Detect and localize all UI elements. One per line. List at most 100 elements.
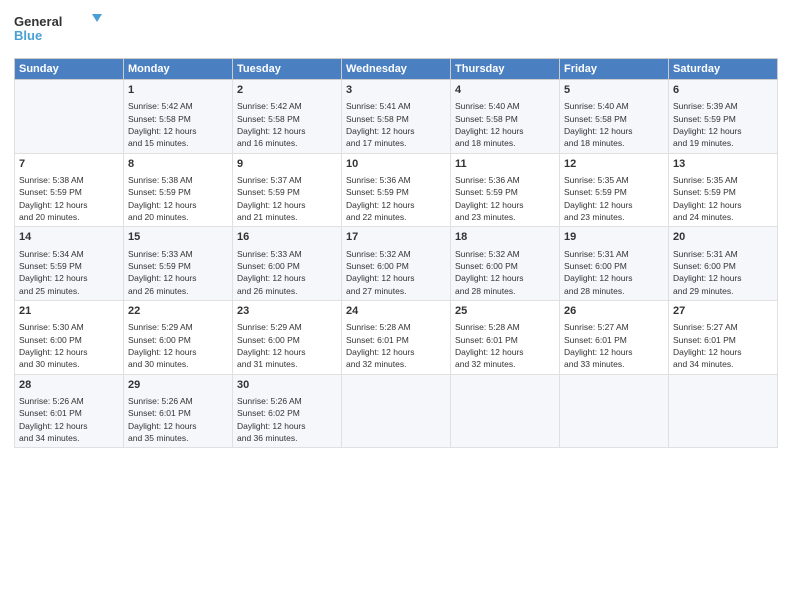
day-info: Sunrise: 5:32 AM Sunset: 6:00 PM Dayligh… bbox=[455, 248, 555, 297]
svg-text:General: General bbox=[14, 14, 62, 29]
day-cell: 18 Sunrise: 5:32 AM Sunset: 6:00 PM Dayli… bbox=[451, 227, 560, 301]
day-info: Sunrise: 5:31 AM Sunset: 6:00 PM Dayligh… bbox=[673, 248, 773, 297]
day-cell: 24 Sunrise: 5:28 AM Sunset: 6:01 PM Dayli… bbox=[342, 300, 451, 374]
day-cell: 11 Sunrise: 5:36 AM Sunset: 5:59 PM Dayli… bbox=[451, 153, 560, 227]
day-number: 6 bbox=[673, 83, 773, 98]
day-info: Sunrise: 5:38 AM Sunset: 5:59 PM Dayligh… bbox=[19, 174, 119, 223]
day-info: Sunrise: 5:35 AM Sunset: 5:59 PM Dayligh… bbox=[673, 174, 773, 223]
week-row-3: 14 Sunrise: 5:34 AM Sunset: 5:59 PM Dayli… bbox=[15, 227, 778, 301]
day-cell bbox=[15, 80, 124, 154]
day-cell: 21 Sunrise: 5:30 AM Sunset: 6:00 PM Dayli… bbox=[15, 300, 124, 374]
day-info: Sunrise: 5:28 AM Sunset: 6:01 PM Dayligh… bbox=[455, 321, 555, 370]
day-cell: 25 Sunrise: 5:28 AM Sunset: 6:01 PM Dayli… bbox=[451, 300, 560, 374]
day-cell bbox=[560, 374, 669, 448]
day-cell: 27 Sunrise: 5:27 AM Sunset: 6:01 PM Dayli… bbox=[669, 300, 778, 374]
day-info: Sunrise: 5:33 AM Sunset: 5:59 PM Dayligh… bbox=[128, 248, 228, 297]
day-number: 18 bbox=[455, 230, 555, 245]
day-info: Sunrise: 5:32 AM Sunset: 6:00 PM Dayligh… bbox=[346, 248, 446, 297]
week-row-5: 28 Sunrise: 5:26 AM Sunset: 6:01 PM Dayli… bbox=[15, 374, 778, 448]
day-number: 30 bbox=[237, 378, 337, 393]
day-number: 24 bbox=[346, 304, 446, 319]
day-cell bbox=[342, 374, 451, 448]
day-number: 12 bbox=[564, 157, 664, 172]
day-cell: 26 Sunrise: 5:27 AM Sunset: 6:01 PM Dayli… bbox=[560, 300, 669, 374]
week-row-1: 1 Sunrise: 5:42 AM Sunset: 5:58 PM Daylig… bbox=[15, 80, 778, 154]
col-header-tuesday: Tuesday bbox=[233, 59, 342, 80]
day-info: Sunrise: 5:29 AM Sunset: 6:00 PM Dayligh… bbox=[237, 321, 337, 370]
header-row: SundayMondayTuesdayWednesdayThursdayFrid… bbox=[15, 59, 778, 80]
day-cell: 14 Sunrise: 5:34 AM Sunset: 5:59 PM Dayli… bbox=[15, 227, 124, 301]
day-info: Sunrise: 5:37 AM Sunset: 5:59 PM Dayligh… bbox=[237, 174, 337, 223]
col-header-thursday: Thursday bbox=[451, 59, 560, 80]
day-cell: 4Sunrise: 5:40 AM Sunset: 5:58 PM Daylig… bbox=[451, 80, 560, 154]
day-number: 10 bbox=[346, 157, 446, 172]
day-cell bbox=[669, 374, 778, 448]
day-number: 3 bbox=[346, 83, 446, 98]
day-number: 11 bbox=[455, 157, 555, 172]
header: General Blue bbox=[14, 10, 778, 50]
day-number: 28 bbox=[19, 378, 119, 393]
day-info: Sunrise: 5:26 AM Sunset: 6:01 PM Dayligh… bbox=[19, 395, 119, 444]
day-info: Sunrise: 5:36 AM Sunset: 5:59 PM Dayligh… bbox=[455, 174, 555, 223]
svg-text:Blue: Blue bbox=[14, 28, 42, 43]
day-number: 14 bbox=[19, 230, 119, 245]
day-info: Sunrise: 5:28 AM Sunset: 6:01 PM Dayligh… bbox=[346, 321, 446, 370]
day-info: Sunrise: 5:26 AM Sunset: 6:01 PM Dayligh… bbox=[128, 395, 228, 444]
day-info: Sunrise: 5:34 AM Sunset: 5:59 PM Dayligh… bbox=[19, 248, 119, 297]
day-cell: 28 Sunrise: 5:26 AM Sunset: 6:01 PM Dayli… bbox=[15, 374, 124, 448]
day-cell: 3Sunrise: 5:41 AM Sunset: 5:58 PM Daylig… bbox=[342, 80, 451, 154]
col-header-saturday: Saturday bbox=[669, 59, 778, 80]
day-number: 17 bbox=[346, 230, 446, 245]
day-cell: 9Sunrise: 5:37 AM Sunset: 5:59 PM Daylig… bbox=[233, 153, 342, 227]
day-cell: 29 Sunrise: 5:26 AM Sunset: 6:01 PM Dayli… bbox=[124, 374, 233, 448]
day-number: 13 bbox=[673, 157, 773, 172]
day-info: Sunrise: 5:42 AM Sunset: 5:58 PM Dayligh… bbox=[237, 100, 337, 149]
day-number: 27 bbox=[673, 304, 773, 319]
col-header-wednesday: Wednesday bbox=[342, 59, 451, 80]
day-info: Sunrise: 5:33 AM Sunset: 6:00 PM Dayligh… bbox=[237, 248, 337, 297]
page: General Blue SundayMondayTuesdayWednesda… bbox=[0, 0, 792, 612]
day-number: 7 bbox=[19, 157, 119, 172]
day-cell: 12 Sunrise: 5:35 AM Sunset: 5:59 PM Dayli… bbox=[560, 153, 669, 227]
day-info: Sunrise: 5:30 AM Sunset: 6:00 PM Dayligh… bbox=[19, 321, 119, 370]
day-info: Sunrise: 5:26 AM Sunset: 6:02 PM Dayligh… bbox=[237, 395, 337, 444]
day-number: 4 bbox=[455, 83, 555, 98]
day-number: 22 bbox=[128, 304, 228, 319]
day-info: Sunrise: 5:27 AM Sunset: 6:01 PM Dayligh… bbox=[673, 321, 773, 370]
day-number: 19 bbox=[564, 230, 664, 245]
day-info: Sunrise: 5:29 AM Sunset: 6:00 PM Dayligh… bbox=[128, 321, 228, 370]
day-number: 2 bbox=[237, 83, 337, 98]
day-number: 23 bbox=[237, 304, 337, 319]
day-cell: 13 Sunrise: 5:35 AM Sunset: 5:59 PM Dayli… bbox=[669, 153, 778, 227]
logo-svg: General Blue bbox=[14, 10, 104, 50]
day-number: 5 bbox=[564, 83, 664, 98]
day-info: Sunrise: 5:35 AM Sunset: 5:59 PM Dayligh… bbox=[564, 174, 664, 223]
day-cell: 23 Sunrise: 5:29 AM Sunset: 6:00 PM Dayli… bbox=[233, 300, 342, 374]
day-info: Sunrise: 5:36 AM Sunset: 5:59 PM Dayligh… bbox=[346, 174, 446, 223]
day-number: 8 bbox=[128, 157, 228, 172]
day-info: Sunrise: 5:42 AM Sunset: 5:58 PM Dayligh… bbox=[128, 100, 228, 149]
day-cell: 22 Sunrise: 5:29 AM Sunset: 6:00 PM Dayli… bbox=[124, 300, 233, 374]
day-cell bbox=[451, 374, 560, 448]
col-header-friday: Friday bbox=[560, 59, 669, 80]
day-number: 26 bbox=[564, 304, 664, 319]
day-number: 25 bbox=[455, 304, 555, 319]
day-number: 21 bbox=[19, 304, 119, 319]
day-number: 1 bbox=[128, 83, 228, 98]
week-row-4: 21 Sunrise: 5:30 AM Sunset: 6:00 PM Dayli… bbox=[15, 300, 778, 374]
day-info: Sunrise: 5:27 AM Sunset: 6:01 PM Dayligh… bbox=[564, 321, 664, 370]
day-cell: 15 Sunrise: 5:33 AM Sunset: 5:59 PM Dayli… bbox=[124, 227, 233, 301]
day-cell: 1 Sunrise: 5:42 AM Sunset: 5:58 PM Daylig… bbox=[124, 80, 233, 154]
col-header-sunday: Sunday bbox=[15, 59, 124, 80]
day-cell: 20Sunrise: 5:31 AM Sunset: 6:00 PM Dayli… bbox=[669, 227, 778, 301]
day-number: 16 bbox=[237, 230, 337, 245]
day-cell: 30 Sunrise: 5:26 AM Sunset: 6:02 PM Dayli… bbox=[233, 374, 342, 448]
calendar-table: SundayMondayTuesdayWednesdayThursdayFrid… bbox=[14, 58, 778, 448]
logo: General Blue bbox=[14, 10, 104, 50]
day-cell: 5Sunrise: 5:40 AM Sunset: 5:58 PM Daylig… bbox=[560, 80, 669, 154]
day-number: 29 bbox=[128, 378, 228, 393]
col-header-monday: Monday bbox=[124, 59, 233, 80]
day-cell: 8Sunrise: 5:38 AM Sunset: 5:59 PM Daylig… bbox=[124, 153, 233, 227]
day-number: 15 bbox=[128, 230, 228, 245]
day-cell: 2 Sunrise: 5:42 AM Sunset: 5:58 PM Daylig… bbox=[233, 80, 342, 154]
